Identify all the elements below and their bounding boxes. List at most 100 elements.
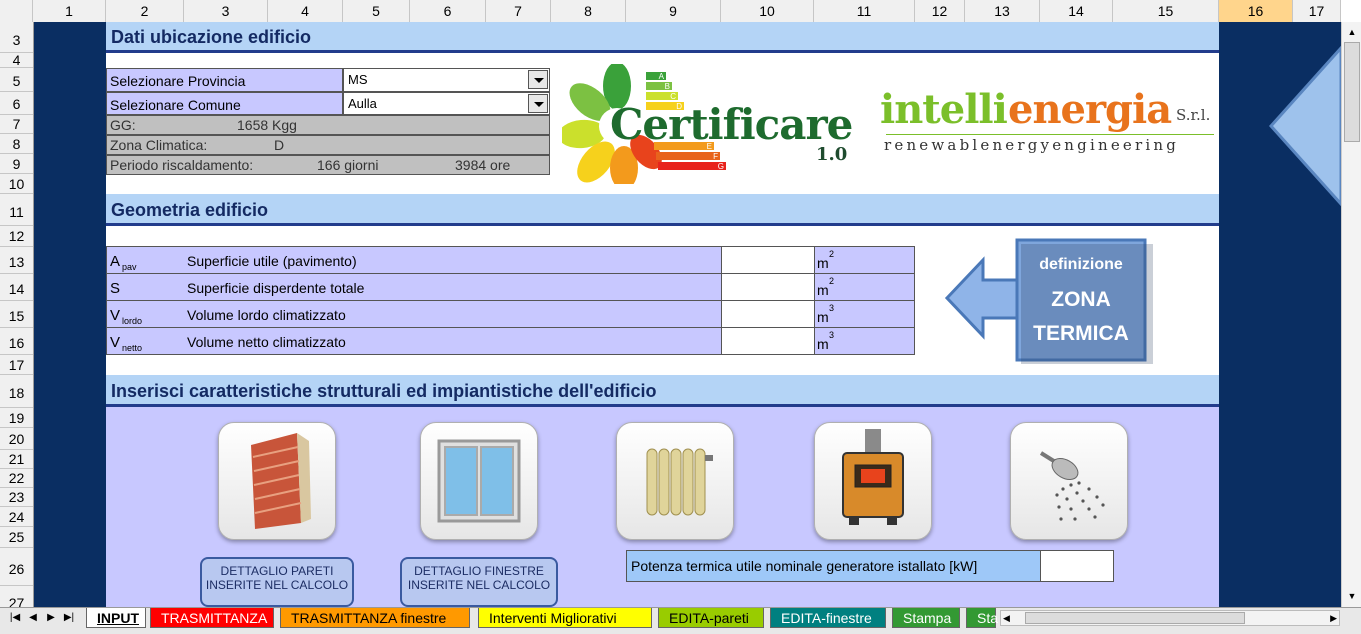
vlordo-input[interactable] (721, 300, 815, 328)
scroll-up-icon[interactable]: ▲ (1344, 24, 1360, 40)
row-header[interactable]: 10 (0, 174, 33, 194)
geometry-row-vlordo: V lordo Volume lordo climatizzato (106, 300, 722, 328)
last-sheet-icon[interactable]: ▶| (62, 611, 76, 625)
prev-sheet-icon[interactable]: ◀ (26, 611, 40, 625)
scroll-left-icon[interactable]: ◀ (1003, 611, 1010, 625)
row-header-bar: 3 4 5 6 7 8 9 10 11 12 13 14 15 16 17 18… (0, 22, 34, 607)
periodo-ore: 3984 ore (455, 157, 511, 173)
periodo-label: Periodo riscaldamento: (110, 157, 254, 173)
column-header[interactable]: 5 (343, 0, 410, 22)
row-header[interactable]: 18 (0, 375, 33, 408)
row-header[interactable]: 14 (0, 274, 33, 301)
row-header[interactable]: 12 (0, 226, 33, 247)
row-header[interactable]: 17 (0, 355, 33, 375)
column-header[interactable]: 3 (184, 0, 268, 22)
select-all-corner[interactable] (0, 0, 33, 22)
potenza-input[interactable] (1040, 550, 1114, 582)
zona-label: Zona Climatica: (110, 137, 208, 153)
first-sheet-icon[interactable]: |◀ (8, 611, 22, 625)
row-header[interactable]: 27 (0, 586, 33, 607)
row-header[interactable]: 19 (0, 408, 33, 428)
row-header[interactable]: 4 (0, 53, 33, 68)
gg-value: 1658 Kgg (237, 117, 297, 133)
row-header[interactable]: 11 (0, 194, 33, 226)
window-icon (437, 439, 521, 523)
row-header[interactable]: 15 (0, 301, 33, 328)
row-header[interactable]: 25 (0, 527, 33, 548)
vnetto-input[interactable] (721, 327, 815, 355)
row-header[interactable]: 3 (0, 22, 33, 53)
generatore-button[interactable] (814, 422, 932, 540)
column-header[interactable]: 2 (106, 0, 184, 22)
hscrollbar-thumb[interactable] (1025, 612, 1245, 624)
row-header[interactable]: 9 (0, 154, 33, 174)
column-header-selected[interactable]: 16 (1219, 0, 1293, 22)
comune-select[interactable]: Aulla (343, 92, 550, 115)
row-header[interactable]: 22 (0, 469, 33, 488)
scroll-right-icon[interactable]: ▶ (1330, 611, 1337, 625)
dettaglio-pareti-button[interactable]: DETTAGLIO PARETI INSERITE NEL CALCOLO (200, 557, 354, 607)
row-header[interactable]: 8 (0, 134, 33, 154)
column-header[interactable]: 11 (814, 0, 915, 22)
pareti-button[interactable] (218, 422, 336, 540)
vertical-scrollbar[interactable]: ▲ ▼ (1341, 22, 1361, 607)
column-header[interactable]: 17 (1293, 0, 1341, 22)
sheet-tab[interactable]: TRASMITTANZA finestre (280, 608, 470, 628)
s-input[interactable] (721, 273, 815, 301)
row-header[interactable]: 26 (0, 548, 33, 586)
column-header[interactable]: 14 (1040, 0, 1113, 22)
column-header[interactable]: 9 (626, 0, 721, 22)
row-header[interactable]: 13 (0, 247, 33, 274)
column-header[interactable]: 6 (410, 0, 486, 22)
sheet-tab[interactable]: Stampa (892, 608, 960, 628)
row-header[interactable]: 21 (0, 450, 33, 469)
brick-wall-icon (251, 433, 311, 529)
sheet-tab-bar: |◀ ◀ ▶ ▶| INPUT TRASMITTANZA TRASMITTANZA … (0, 607, 1361, 634)
radiator-icon (646, 448, 713, 516)
provincia-select[interactable]: MS (343, 68, 550, 92)
row-header[interactable]: 20 (0, 428, 33, 450)
sheet-tab[interactable]: Interventi Migliorativi (478, 608, 652, 628)
section-header-caratteristiche: Inserisci caratteristiche strutturali ed… (106, 375, 1219, 407)
radiatore-button[interactable] (616, 422, 734, 540)
provincia-value: MS (348, 72, 368, 87)
sheet-tab[interactable]: TRASMITTANZA (150, 608, 274, 628)
scrollbar-thumb[interactable] (1344, 42, 1360, 142)
chevron-down-icon[interactable] (528, 94, 548, 113)
sheet-tab[interactable]: EDITA-finestre (770, 608, 886, 628)
row-header[interactable]: 16 (0, 328, 33, 355)
column-header[interactable]: 10 (721, 0, 814, 22)
sheet-tab[interactable]: Sta (966, 608, 998, 628)
row-header[interactable]: 7 (0, 115, 33, 134)
row-header[interactable]: 24 (0, 507, 33, 527)
column-header[interactable]: 15 (1113, 0, 1219, 22)
zona-termica-button[interactable]: definizione ZONA TERMICA (945, 238, 1155, 364)
back-arrow-icon[interactable] (1219, 38, 1341, 208)
sheet-margin-right (1219, 22, 1341, 607)
column-header[interactable]: 12 (915, 0, 965, 22)
sheet-tab[interactable]: EDITA-pareti (658, 608, 764, 628)
row-header[interactable]: 5 (0, 68, 33, 92)
sheet-margin-left (34, 22, 106, 607)
periodo-giorni: 166 giorni (317, 157, 379, 173)
next-sheet-icon[interactable]: ▶ (44, 611, 58, 625)
section-header-ubicazione: Dati ubicazione edificio (106, 22, 1219, 53)
unit-cell: m3 (814, 327, 915, 355)
column-header[interactable]: 1 (33, 0, 106, 22)
scroll-down-icon[interactable]: ▼ (1344, 588, 1360, 604)
column-header[interactable]: 13 (965, 0, 1040, 22)
apav-input[interactable] (721, 246, 815, 274)
sheet-tab[interactable]: INPUT (86, 608, 146, 628)
row-header[interactable]: 23 (0, 488, 33, 507)
dettaglio-finestre-button[interactable]: DETTAGLIO FINESTRE INSERITE NEL CALCOLO (400, 557, 558, 607)
horizontal-scrollbar[interactable]: ◀ ▶ (1000, 610, 1340, 626)
shower-icon (1039, 451, 1105, 521)
column-header[interactable]: 7 (486, 0, 551, 22)
intellienergia-logo: intelli energia S.r.l. renewablenergyeng… (880, 86, 1216, 158)
row-header[interactable]: 6 (0, 92, 33, 115)
column-header[interactable]: 8 (551, 0, 626, 22)
acs-button[interactable] (1010, 422, 1128, 540)
finestre-button[interactable] (420, 422, 538, 540)
chevron-down-icon[interactable] (528, 70, 548, 89)
column-header[interactable]: 4 (268, 0, 343, 22)
